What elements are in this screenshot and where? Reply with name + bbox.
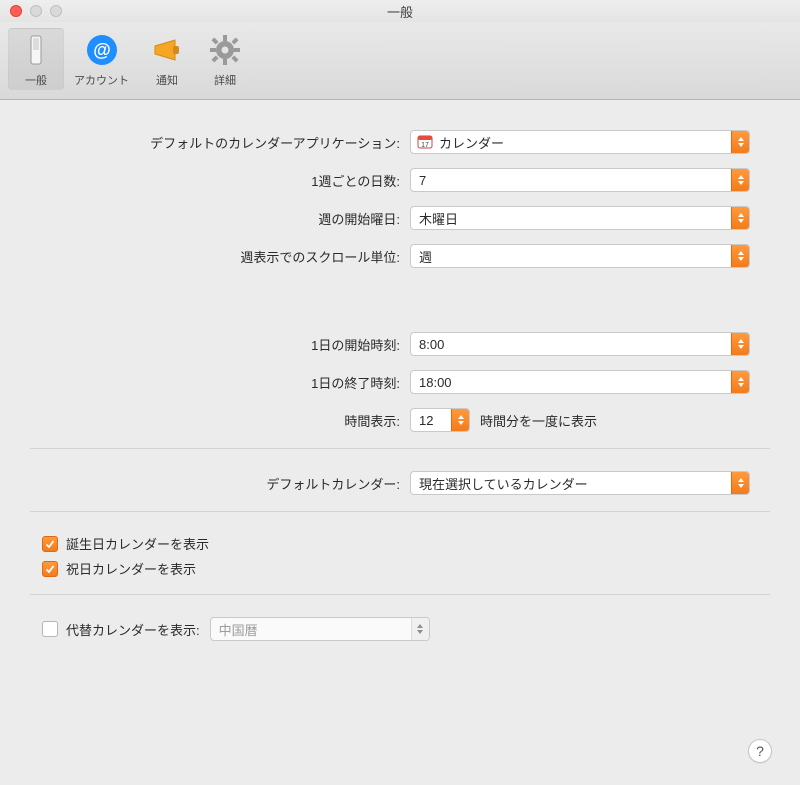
- alt-calendar-popup: 中国暦: [210, 617, 430, 641]
- toolbar-tab-notifications[interactable]: 通知: [139, 28, 195, 90]
- alt-calendar-value: 中国暦: [211, 620, 266, 639]
- at-icon: @: [84, 32, 120, 68]
- birthday-checkbox-label: 誕生日カレンダーを表示: [66, 534, 209, 553]
- chevron-updown-icon: [731, 472, 749, 494]
- close-window-button[interactable]: [10, 5, 22, 17]
- day-start-value: 8:00: [411, 337, 452, 352]
- zoom-window-button[interactable]: [50, 5, 62, 17]
- default-app-label: デフォルトのカレンダーアプリケーション:: [30, 133, 410, 152]
- separator: [30, 511, 770, 512]
- gear-icon: [207, 32, 243, 68]
- toolbar-tab-label: 一般: [25, 72, 47, 88]
- alt-calendar-checkbox[interactable]: [42, 621, 58, 637]
- default-calendar-value: 現在選択しているカレンダー: [411, 474, 596, 493]
- week-scroll-label: 週表示でのスクロール単位:: [30, 247, 410, 266]
- time-display-suffix: 時間分を一度に表示: [480, 411, 597, 430]
- content-pane: デフォルトのカレンダーアプリケーション: 17 カレンダー 1週ごとの日数: 7: [0, 100, 800, 785]
- toolbar: 一般 @ アカウント 通知 詳細: [0, 22, 800, 100]
- alt-calendar-checkbox-label: 代替カレンダーを表示:: [66, 620, 200, 639]
- days-per-week-value: 7: [411, 173, 434, 188]
- days-per-week-popup[interactable]: 7: [410, 168, 750, 192]
- default-calendar-label: デフォルトカレンダー:: [30, 474, 410, 493]
- svg-text:17: 17: [421, 142, 429, 149]
- chevron-updown-icon: [731, 207, 749, 229]
- separator: [30, 448, 770, 449]
- chevron-updown-icon: [451, 409, 469, 431]
- toolbar-tab-advanced[interactable]: 詳細: [197, 28, 253, 90]
- day-start-label: 1日の開始時刻:: [30, 335, 410, 354]
- week-start-label: 週の開始曜日:: [30, 209, 410, 228]
- help-button[interactable]: ?: [748, 739, 772, 763]
- toolbar-tab-label: 通知: [156, 72, 178, 88]
- holiday-checkbox[interactable]: [42, 561, 58, 577]
- day-end-label: 1日の終了時刻:: [30, 373, 410, 392]
- hours-at-time-value: 12: [411, 413, 441, 428]
- day-end-popup[interactable]: 18:00: [410, 370, 750, 394]
- days-per-week-label: 1週ごとの日数:: [30, 171, 410, 190]
- week-scroll-popup[interactable]: 週: [410, 244, 750, 268]
- svg-text:@: @: [93, 40, 111, 60]
- chevron-updown-icon: [731, 245, 749, 267]
- titlebar: 一般: [0, 0, 800, 22]
- minimize-window-button[interactable]: [30, 5, 42, 17]
- chevron-updown-icon: [731, 333, 749, 355]
- toolbar-tab-label: 詳細: [214, 72, 236, 88]
- chevron-updown-icon: [411, 618, 429, 640]
- week-start-popup[interactable]: 木曜日: [410, 206, 750, 230]
- traffic-lights: [0, 5, 62, 17]
- window-title: 一般: [0, 2, 800, 21]
- chevron-updown-icon: [731, 169, 749, 191]
- chevron-updown-icon: [731, 131, 749, 153]
- toolbar-tab-general[interactable]: 一般: [8, 28, 64, 90]
- help-icon: ?: [756, 743, 764, 759]
- chevron-updown-icon: [731, 371, 749, 393]
- holiday-checkbox-label: 祝日カレンダーを表示: [66, 559, 196, 578]
- default-app-popup[interactable]: 17 カレンダー: [410, 130, 750, 154]
- toolbar-tab-label: アカウント: [74, 72, 129, 88]
- time-display-label: 時間表示:: [30, 411, 410, 430]
- day-end-value: 18:00: [411, 375, 460, 390]
- separator: [30, 594, 770, 595]
- week-scroll-value: 週: [411, 247, 440, 266]
- default-calendar-popup[interactable]: 現在選択しているカレンダー: [410, 471, 750, 495]
- megaphone-icon: [149, 32, 185, 68]
- toolbar-tab-accounts[interactable]: @ アカウント: [66, 28, 137, 90]
- preferences-window: 一般 一般 @ アカウント 通知 詳細: [0, 0, 800, 785]
- hours-at-time-popup[interactable]: 12: [410, 408, 470, 432]
- general-icon: [18, 32, 54, 68]
- week-start-value: 木曜日: [411, 209, 466, 228]
- birthday-checkbox[interactable]: [42, 536, 58, 552]
- day-start-popup[interactable]: 8:00: [410, 332, 750, 356]
- default-app-value: カレンダー: [431, 133, 512, 152]
